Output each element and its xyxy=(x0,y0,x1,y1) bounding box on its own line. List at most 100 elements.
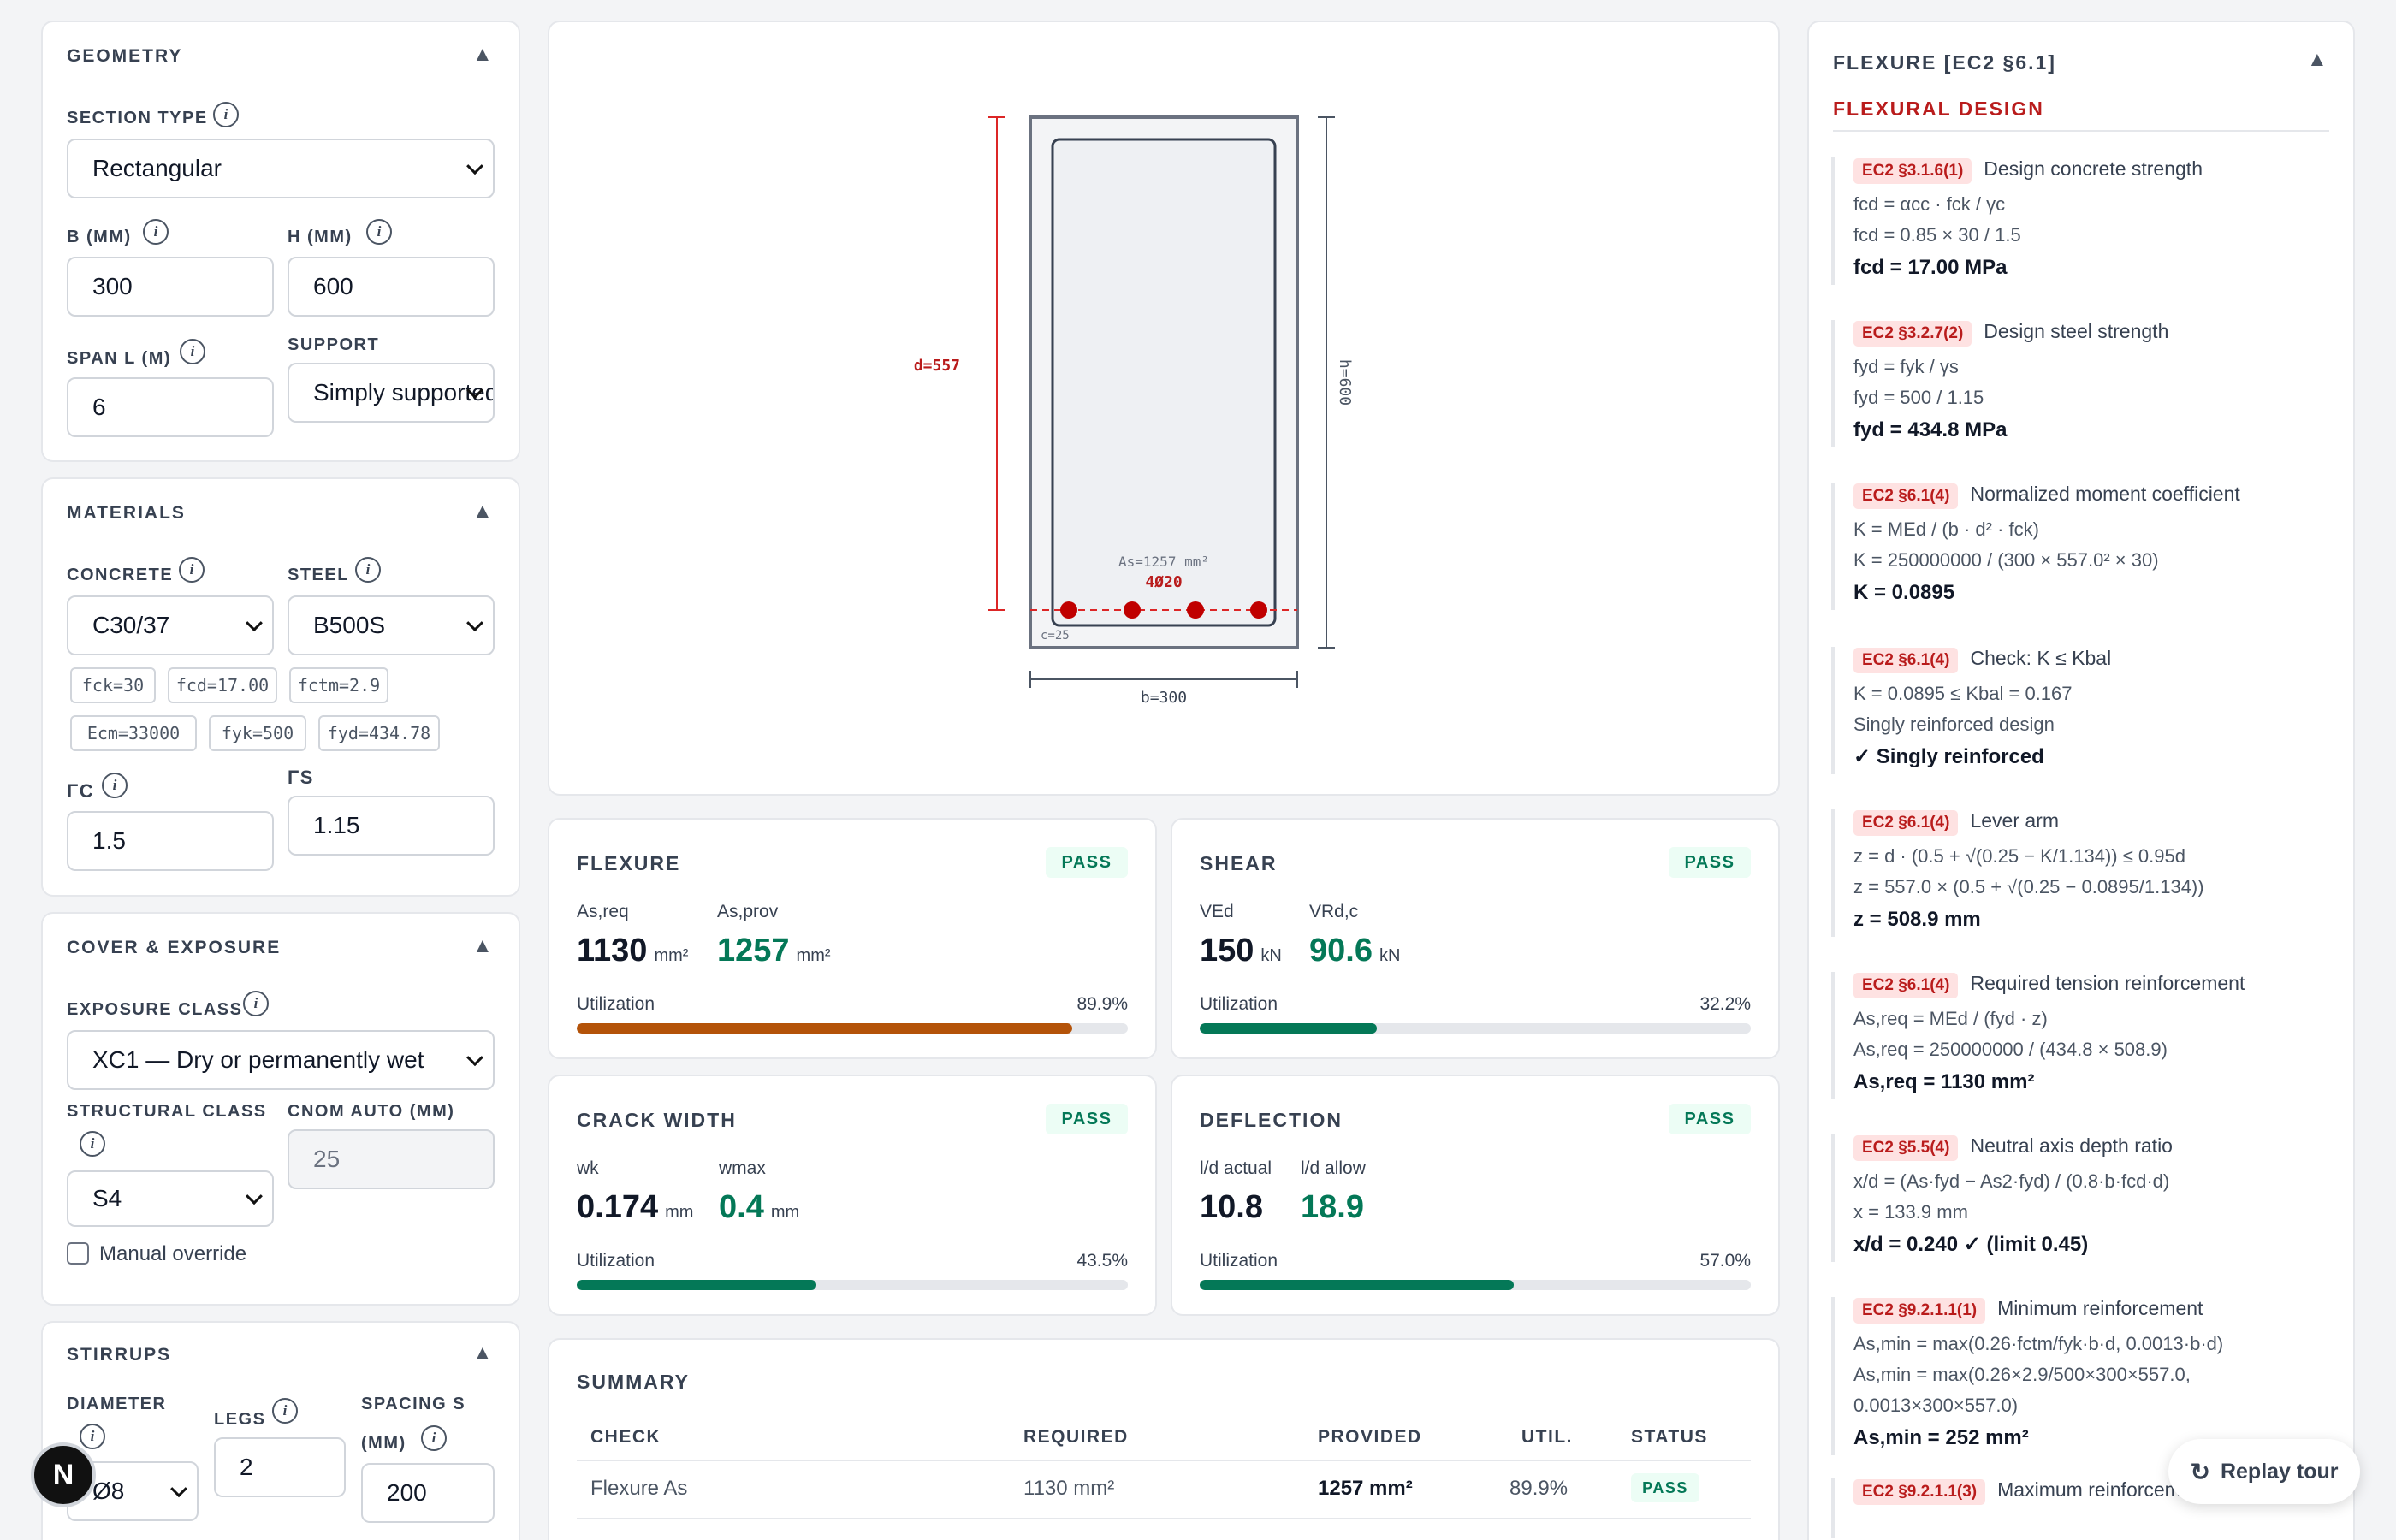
cover-title: COVER & EXPOSURE xyxy=(67,938,282,957)
info-icon[interactable]: i xyxy=(143,219,169,245)
formula-line: K = MEd / (b · d² · fck) xyxy=(1853,518,2039,540)
calc-step-header: EC2 §6.1(4) Required tension reinforcemen… xyxy=(1853,972,2328,998)
collapse-icon[interactable]: ▲ xyxy=(472,1342,493,1365)
info-icon[interactable]: i xyxy=(179,557,205,583)
legs-label: LEGS xyxy=(214,1410,266,1429)
calc-step-header: EC2 §5.5(4) Neutral axis depth ratio xyxy=(1853,1134,2328,1161)
calc-step-title: Required tension reinforcement xyxy=(1970,972,2245,994)
utilization-bar xyxy=(1200,1023,1751,1034)
formula-line: Singly reinforced design xyxy=(1853,714,2055,735)
structural-class-select[interactable]: S4 xyxy=(67,1170,274,1227)
formula-line: 0.0013×300×557.0) xyxy=(1853,1395,2019,1416)
utilization-value: 89.9% xyxy=(1076,994,1128,1014)
materials-title: MATERIALS xyxy=(67,503,186,523)
spacing-input[interactable]: 200 xyxy=(361,1463,495,1523)
utilization-label: Utilization xyxy=(577,1251,655,1270)
gamma-c-label: ΓC xyxy=(67,780,95,802)
material-chip: fctm=2.9 xyxy=(289,667,388,703)
calc-result: x/d = 0.240 ✓ (limit 0.45) xyxy=(1853,1233,2089,1256)
material-chip: fyk=500 xyxy=(209,715,306,751)
clause-tag: EC2 §9.2.1.1(1) xyxy=(1853,1298,1986,1324)
collapse-icon[interactable]: ▲ xyxy=(472,934,493,958)
collapse-icon[interactable]: ▲ xyxy=(2307,48,2328,72)
gamma-s-input[interactable]: 1.15 xyxy=(288,796,495,856)
stirrups-title: STIRRUPS xyxy=(67,1345,172,1365)
info-icon[interactable]: i xyxy=(243,991,269,1016)
replay-icon: ↻ xyxy=(2190,1458,2210,1485)
h-label: h=600 xyxy=(1336,359,1354,406)
table-header: UTIL. xyxy=(1521,1427,1573,1447)
metric-label: VRd,c xyxy=(1309,902,1359,921)
calc-result: ✓ Singly reinforced xyxy=(1853,745,2044,768)
b-input[interactable]: 300 xyxy=(67,257,274,317)
h-dimension xyxy=(1318,116,1335,649)
clause-tag: EC2 §9.2.1.1(3) xyxy=(1853,1479,1986,1505)
manual-override-checkbox[interactable] xyxy=(67,1242,89,1265)
clause-tag: EC2 §5.5(4) xyxy=(1853,1135,1959,1161)
utilization-label: Utilization xyxy=(577,994,655,1014)
table-header: STATUS xyxy=(1631,1427,1708,1447)
info-icon[interactable]: i xyxy=(80,1424,105,1449)
collapse-icon[interactable]: ▲ xyxy=(472,43,493,67)
support-label: SUPPORT xyxy=(288,335,380,354)
as-label: As=1257 mm² xyxy=(1118,554,1209,570)
formula-line: fcd = αcc · fck / γc xyxy=(1853,193,2006,215)
section-type-label: SECTION TYPE xyxy=(67,109,208,127)
info-icon[interactable]: i xyxy=(102,773,128,798)
material-chip: fcd=17.00 xyxy=(168,667,277,703)
manual-override-label[interactable]: Manual override xyxy=(99,1242,246,1266)
formula-line: x = 133.9 mm xyxy=(1853,1201,1968,1223)
replay-tour-button[interactable]: ↻ Replay tour xyxy=(2168,1439,2360,1504)
d-dimension xyxy=(988,116,1005,611)
concrete-select[interactable]: C30/37 xyxy=(67,595,274,655)
spacing-label: SPACING S xyxy=(361,1395,466,1413)
metric-value: 1130 mm² xyxy=(577,933,689,968)
flexure-panel-title: FLEXURE [EC2 §6.1] xyxy=(1833,51,2056,74)
calc-step-header: EC2 §6.1(4) Normalized moment coefficient xyxy=(1853,483,2328,509)
structural-class-label: STRUCTURAL CLASS xyxy=(67,1102,267,1121)
chevron-down-icon xyxy=(466,1049,483,1067)
section-type-select[interactable]: Rectangular xyxy=(67,139,495,198)
calc-step: EC2 §6.1(4) Required tension reinforcemen… xyxy=(1831,972,2328,1099)
utilization-fill xyxy=(577,1280,817,1290)
calc-result: z = 508.9 mm xyxy=(1853,908,1981,931)
avatar[interactable]: N xyxy=(31,1442,96,1507)
material-chip: fyd=434.78 xyxy=(318,715,440,751)
utilization-bar xyxy=(577,1023,1128,1034)
calc-result: fcd = 17.00 MPa xyxy=(1853,256,2008,279)
check-title: FLEXURE xyxy=(577,852,681,874)
calc-step-header: EC2 §3.2.7(2) Design steel strength xyxy=(1853,320,2328,346)
exposure-label: EXPOSURE CLASS xyxy=(67,1000,243,1019)
legs-input[interactable]: 2 xyxy=(214,1437,346,1497)
chevron-down-icon xyxy=(466,614,483,632)
info-icon[interactable]: i xyxy=(366,219,392,245)
check-title: DEFLECTION xyxy=(1200,1109,1343,1131)
bars-label: 4Ø20 xyxy=(1145,573,1182,591)
span-label: SPAN L (M) xyxy=(67,349,172,368)
utilization-bar xyxy=(1200,1280,1751,1290)
collapse-icon[interactable]: ▲ xyxy=(472,500,493,524)
rebar xyxy=(1060,601,1077,619)
b-dimension xyxy=(1029,671,1298,688)
info-icon[interactable]: i xyxy=(421,1425,447,1451)
exposure-select[interactable]: XC1 — Dry or permanently wet xyxy=(67,1030,495,1090)
support-select[interactable]: Simply supported xyxy=(288,363,495,423)
concrete-label: CONCRETE xyxy=(67,566,174,584)
metric-label: l/d actual xyxy=(1200,1158,1272,1178)
formula-line: fyd = 500 / 1.15 xyxy=(1853,387,1984,408)
summary-title: SUMMARY xyxy=(577,1371,690,1393)
utilization-fill xyxy=(1200,1023,1378,1034)
span-input[interactable]: 6 xyxy=(67,377,274,437)
info-icon[interactable]: i xyxy=(272,1398,298,1424)
info-icon[interactable]: i xyxy=(180,339,205,364)
info-icon[interactable]: i xyxy=(80,1131,105,1157)
diameter-label: DIAMETER xyxy=(67,1395,167,1413)
calc-step-header: EC2 §6.1(4) Check: K ≤ Kbal xyxy=(1853,647,2328,673)
material-chip: Ecm=33000 xyxy=(70,715,197,751)
info-icon[interactable]: i xyxy=(355,557,381,583)
h-input[interactable]: 600 xyxy=(288,257,495,317)
calc-step-title: Design concrete strength xyxy=(1984,157,2203,180)
gamma-c-input[interactable]: 1.5 xyxy=(67,811,274,871)
info-icon[interactable]: i xyxy=(213,102,239,127)
steel-select[interactable]: B500S xyxy=(288,595,495,655)
